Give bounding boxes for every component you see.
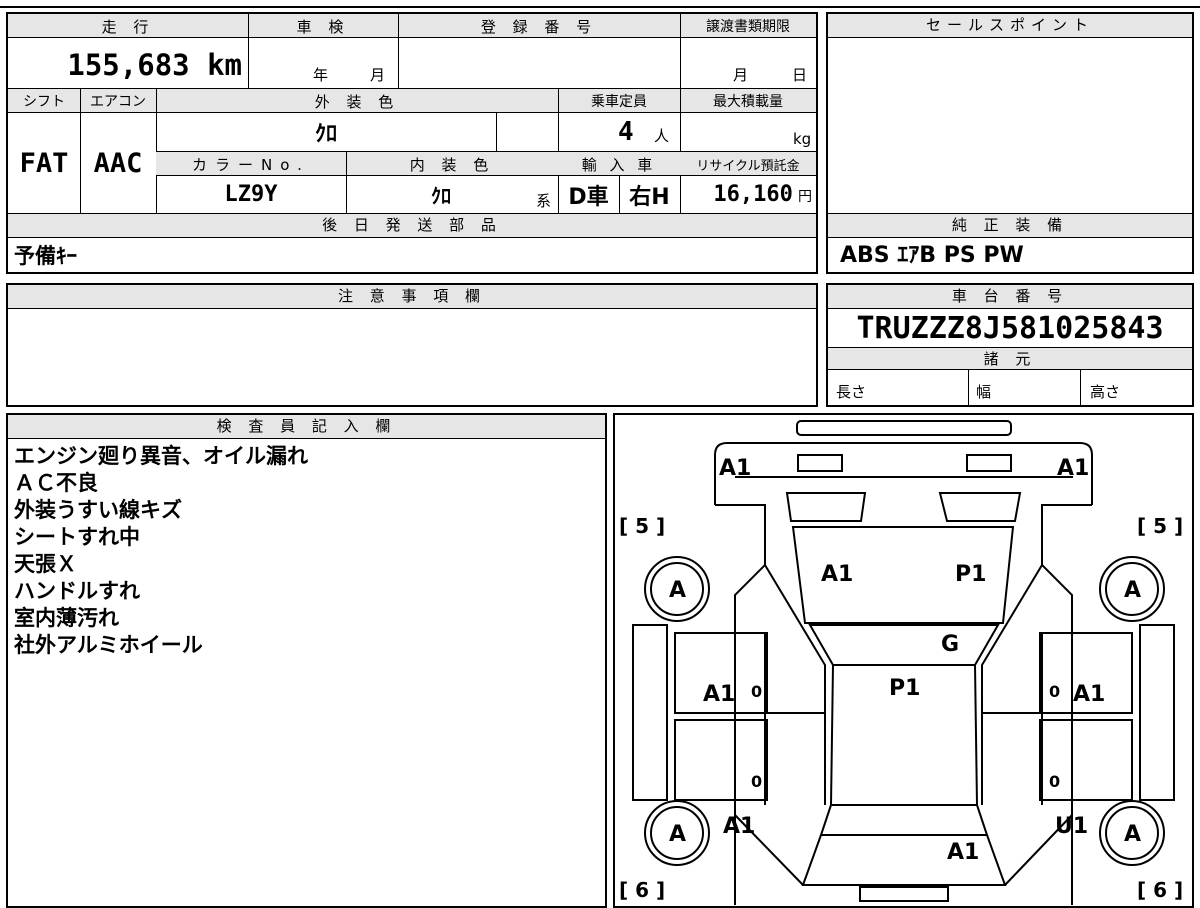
capacity-number: 4 <box>618 117 634 147</box>
specs-length: 長さ <box>836 383 867 401</box>
transfer-deadline-label: 譲渡書類期限 <box>706 19 790 35</box>
note-line: ハンドルすれ <box>14 579 140 603</box>
specs-height: 高さ <box>1090 383 1121 401</box>
interior-color-value: ｸﾛ <box>431 184 451 208</box>
cautions-box: 注 意 事 項 欄 <box>6 283 818 407</box>
tire-rear-left: A <box>669 822 686 847</box>
note-line: ＡＣ不良 <box>14 471 98 495</box>
specs-width: 幅 <box>976 383 992 401</box>
door-num-fl: 0 <box>751 682 762 701</box>
note-line: エンジン廻り異音、オイル漏れ <box>14 444 308 468</box>
car-diagram: A1 A1 [ 5 ] [ 5 ] [ 6 ] [ 6 ] A A A A A1… <box>619 420 1183 905</box>
color-no-value: LZ9Y <box>224 182 278 207</box>
mileage-label: 走 行 <box>101 17 155 36</box>
inspector-label: 検 査 員 記 入 欄 <box>8 415 605 439</box>
note-line: 天張Ｘ <box>14 552 77 576</box>
exterior-color-label: 外 装 色 <box>314 92 400 111</box>
interior-color-label: 内 装 色 <box>409 155 495 174</box>
door-num-rr: 0 <box>1049 772 1060 791</box>
import-car-label: 輸 入 車 <box>581 155 657 174</box>
color-no-label: カラーNo. <box>192 155 310 174</box>
shift-value: FAT <box>19 147 69 179</box>
later-parts-value: 予備ｷｰ <box>14 244 77 268</box>
chassis-label: 車 台 番 号 <box>828 285 1192 309</box>
transfer-day: 日 <box>792 66 808 84</box>
bracket-top-right: [ 5 ] <box>1137 514 1183 538</box>
genuine-equipment-value: ABS ｴｱB PS PW <box>840 243 1024 268</box>
shaken-label: 車 検 <box>296 17 350 36</box>
transfer-month: 月 <box>733 66 749 84</box>
max-load-unit: kg <box>793 130 812 148</box>
recycle-label: リサイクル預託金 <box>696 158 800 174</box>
shaken-year: 年 <box>313 66 329 84</box>
label-roof: P1 <box>889 676 920 701</box>
shift-label: シフト <box>23 94 65 110</box>
label-trunk: A1 <box>947 840 979 865</box>
bracket-top-left: [ 5 ] <box>619 514 665 538</box>
label-door-left: A1 <box>703 682 735 707</box>
import-handle: 右H <box>629 184 670 210</box>
cautions-label: 注 意 事 項 欄 <box>8 285 816 309</box>
label-front-right: A1 <box>1057 456 1089 481</box>
recycle-unit: 円 <box>798 189 812 205</box>
note-line: シートすれ中 <box>14 525 140 549</box>
inspector-notes: エンジン廻り異音、オイル漏れ ＡＣ不良 外装うすい線キズ シートすれ中 天張Ｘ … <box>14 443 308 659</box>
chassis-box: 車 台 番 号 TRUZZZ8J581025843 諸 元 長さ 幅 高さ <box>826 283 1194 407</box>
capacity-label: 乗車定員 <box>591 94 647 110</box>
note-line: 室内薄汚れ <box>14 606 119 630</box>
label-door-right: A1 <box>1073 682 1105 707</box>
inspector-box: 検 査 員 記 入 欄 エンジン廻り異音、オイル漏れ ＡＣ不良 外装うすい線キズ… <box>6 413 607 908</box>
label-windshield: G <box>941 632 959 657</box>
interior-color-suffix: 系 <box>536 192 552 210</box>
chassis-number: TRUZZZ8J581025843 <box>856 310 1164 346</box>
tire-front-right: A <box>1124 578 1141 603</box>
note-line: 外装うすい線キズ <box>14 498 182 522</box>
tire-front-left: A <box>669 578 686 603</box>
top-strip <box>0 0 1200 8</box>
shaken-month: 月 <box>370 66 386 84</box>
label-rear-left: A1 <box>723 814 755 839</box>
later-parts-label: 後 日 発 送 部 品 <box>8 214 816 238</box>
car-diagram-box: A1 A1 [ 5 ] [ 5 ] [ 6 ] [ 6 ] A A A A A1… <box>613 413 1194 908</box>
aircon-label: エアコン <box>90 94 146 110</box>
bracket-bottom-left: [ 6 ] <box>619 878 665 902</box>
bracket-bottom-right: [ 6 ] <box>1137 878 1183 902</box>
specs-label: 諸 元 <box>828 348 1192 370</box>
exterior-color-value: ｸﾛ <box>314 122 337 147</box>
recycle-number: 16,160 <box>713 182 793 207</box>
door-num-fr: 0 <box>1049 682 1060 701</box>
mileage-number: 155,683 <box>67 48 190 82</box>
tire-rear-right: A <box>1124 822 1141 847</box>
note-line: 社外アルミホイール <box>14 633 203 657</box>
label-hood-left: A1 <box>821 562 853 587</box>
vehicle-info-box: 走 行 車 検 登 録 番 号 譲渡書類期限 155,683 km 年 月 月 … <box>6 12 818 274</box>
sales-point-box: セールスポイント 純 正 装 備 ABS ｴｱB PS PW <box>826 12 1194 274</box>
import-dealer: D車 <box>568 184 609 210</box>
recycle-value: 16,160 円 <box>680 176 816 213</box>
genuine-equipment-label: 純 正 装 備 <box>828 214 1192 238</box>
label-rear-right: U1 <box>1055 814 1088 839</box>
mileage-value: 155,683 km <box>8 42 246 88</box>
label-front-left: A1 <box>719 456 751 481</box>
mileage-unit: km <box>207 48 242 82</box>
reg-no-label: 登 録 番 号 <box>480 17 598 36</box>
capacity-value: 4 人 <box>558 113 680 151</box>
aircon-value: AAC <box>93 147 143 179</box>
max-load-label: 最大積載量 <box>713 94 783 110</box>
capacity-unit: 人 <box>654 127 670 145</box>
door-num-rl: 0 <box>751 772 762 791</box>
label-hood-right: P1 <box>955 562 986 587</box>
sales-point-label: セールスポイント <box>828 14 1192 38</box>
